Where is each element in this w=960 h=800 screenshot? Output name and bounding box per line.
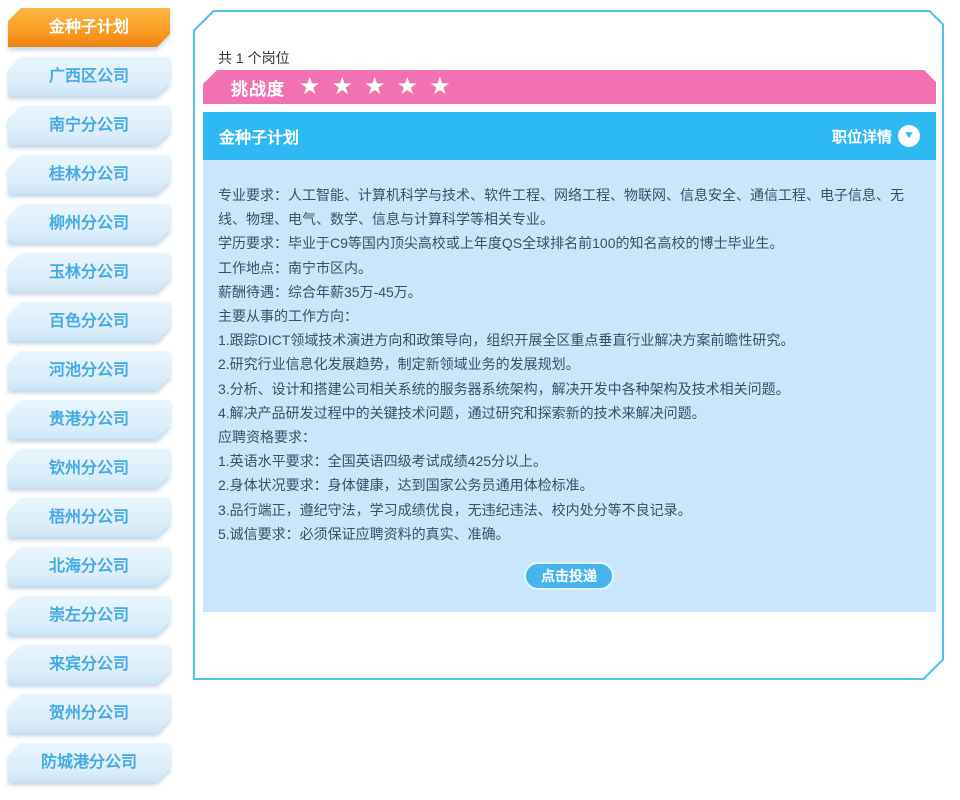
- sidebar-item-wrap: 河池分公司: [8, 351, 170, 390]
- description-line: 3.品行端正，遵纪守法，学习成绩优良，无违纪违法、校内处分等不良记录。: [218, 498, 920, 522]
- sidebar-item-wrap: 桂林分公司: [8, 155, 170, 194]
- sidebar-item-wrap: 广西区公司: [8, 57, 170, 96]
- sidebar-item-wrap: 金种子计划: [8, 8, 170, 47]
- job-description-panel: 专业要求：人工智能、计算机科学与技术、软件工程、网络工程、物联网、信息安全、通信…: [203, 160, 936, 612]
- sidebar-item-branch[interactable]: 防城港分公司: [8, 743, 170, 782]
- sidebar-item-wrap: 梧州分公司: [8, 498, 170, 537]
- star-icon: ★: [364, 75, 386, 99]
- job-details-toggle[interactable]: 职位详情 ▼: [832, 125, 920, 147]
- job-title: 金种子计划: [219, 124, 299, 148]
- sidebar-item-wrap: 玉林分公司: [8, 253, 170, 292]
- sidebar-item-branch[interactable]: 崇左分公司: [8, 596, 170, 635]
- sidebar-item-branch[interactable]: 来宾分公司: [8, 645, 170, 684]
- job-header-bar: 金种子计划 职位详情 ▼: [203, 112, 936, 160]
- sidebar-item-wrap: 柳州分公司: [8, 204, 170, 243]
- description-line: 2.研究行业信息化发展趋势，制定新领域业务的发展规划。: [218, 352, 920, 376]
- sidebar-item-branch[interactable]: 北海分公司: [8, 547, 170, 586]
- sidebar-item-wrap: 钦州分公司: [8, 449, 170, 488]
- star-icon: ★: [429, 75, 451, 99]
- chevron-down-icon[interactable]: ▼: [898, 125, 920, 147]
- sidebar-item-branch[interactable]: 钦州分公司: [8, 449, 170, 488]
- sidebar-item-branch[interactable]: 贺州分公司: [8, 694, 170, 733]
- description-line: 4.解决产品研发过程中的关键技术问题，通过研究和探索新的技术来解决问题。: [218, 401, 920, 425]
- description-line: 工作地点：南宁市区内。: [218, 256, 920, 280]
- sidebar-item-wrap: 百色分公司: [8, 302, 170, 341]
- apply-button[interactable]: 点击投递: [524, 562, 614, 590]
- sidebar-item-branch[interactable]: 广西区公司: [8, 57, 170, 96]
- sidebar-item-branch[interactable]: 桂林分公司: [8, 155, 170, 194]
- sidebar-item-branch[interactable]: 玉林分公司: [8, 253, 170, 292]
- description-line: 主要从事的工作方向：: [218, 304, 920, 328]
- sidebar-item-wrap: 来宾分公司: [8, 645, 170, 684]
- challenge-stars: ★ ★ ★ ★ ★: [299, 75, 451, 99]
- description-line: 3.分析、设计和搭建公司相关系统的服务器系统架构，解决开发中各种架构及技术相关问…: [218, 377, 920, 401]
- sidebar-item-wrap: 南宁分公司: [8, 106, 170, 145]
- sidebar-item-branch[interactable]: 贵港分公司: [8, 400, 170, 439]
- job-details-label: 职位详情: [832, 126, 892, 147]
- description-line: 1.英语水平要求：全国英语四级考试成绩425分以上。: [218, 449, 920, 473]
- sidebar-item-wrap: 贺州分公司: [8, 694, 170, 733]
- challenge-label: 挑战度: [231, 75, 285, 100]
- sidebar-item-wrap: 北海分公司: [8, 547, 170, 586]
- sidebar-item-branch[interactable]: 南宁分公司: [8, 106, 170, 145]
- description-line: 5.诚信要求：必须保证应聘资料的真实、准确。: [218, 522, 920, 546]
- job-description: 专业要求：人工智能、计算机科学与技术、软件工程、网络工程、物联网、信息安全、通信…: [218, 183, 920, 546]
- job-count-text: 共 1 个岗位: [218, 48, 290, 68]
- sidebar-item-branch[interactable]: 百色分公司: [8, 302, 170, 341]
- star-icon: ★: [397, 75, 419, 99]
- star-icon: ★: [299, 75, 321, 99]
- sidebar-item-branch[interactable]: 柳州分公司: [8, 204, 170, 243]
- sidebar-item-branch[interactable]: 河池分公司: [8, 351, 170, 390]
- description-line: 专业要求：人工智能、计算机科学与技术、软件工程、网络工程、物联网、信息安全、通信…: [218, 183, 920, 231]
- sidebar-item-branch[interactable]: 梧州分公司: [8, 498, 170, 537]
- sidebar-item-wrap: 崇左分公司: [8, 596, 170, 635]
- description-line: 1.跟踪DICT领域技术演进方向和政策导向，组织开展全区重点垂直行业解决方案前瞻…: [218, 328, 920, 352]
- challenge-banner: 挑战度 ★ ★ ★ ★ ★: [203, 70, 936, 104]
- sidebar-item-active[interactable]: 金种子计划: [8, 8, 170, 47]
- description-line: 学历要求：毕业于C9等国内顶尖高校或上年度QS全球排名前100的知名高校的博士毕…: [218, 231, 920, 255]
- description-line: 薪酬待遇：综合年薪35万-45万。: [218, 280, 920, 304]
- sidebar-item-wrap: 贵港分公司: [8, 400, 170, 439]
- sidebar-item-wrap: 防城港分公司: [8, 743, 170, 782]
- job-panel: 共 1 个岗位 挑战度 ★ ★ ★ ★ ★ 金种子计划 职位详情 ▼ 专业要求：人工智能…: [193, 10, 944, 680]
- description-line: 应聘资格要求：: [218, 425, 920, 449]
- sidebar-nav: 金种子计划广西区公司南宁分公司桂林分公司柳州分公司玉林分公司百色分公司河池分公司…: [8, 8, 170, 782]
- star-icon: ★: [332, 75, 354, 99]
- description-line: 2.身体状况要求：身体健康，达到国家公务员通用体检标准。: [218, 473, 920, 497]
